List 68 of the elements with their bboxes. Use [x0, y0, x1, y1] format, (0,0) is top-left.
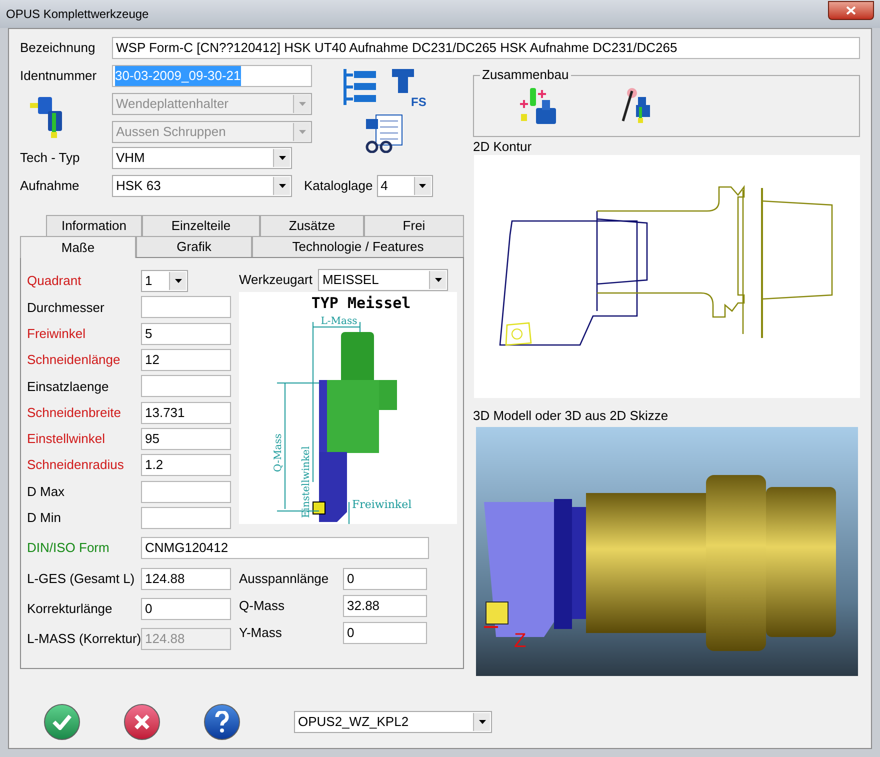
field-label: Korrekturlänge	[27, 600, 114, 618]
field-label: DIN/ISO Form	[27, 539, 110, 558]
field-label: Tech - Typ	[20, 149, 81, 168]
input-field[interactable]	[141, 375, 231, 398]
field-label: Aufnahme	[20, 177, 80, 196]
tab[interactable]: Grafik	[136, 236, 252, 257]
input-field[interactable]: CNMG120412	[141, 536, 429, 559]
field-label: Durchmesser	[27, 298, 106, 317]
input-field[interactable]: 0	[343, 568, 427, 590]
input-field[interactable]	[141, 480, 231, 503]
selected-text: 30-03-2009_09-30-21	[115, 66, 241, 86]
tree-list-icon[interactable]	[342, 67, 378, 107]
question-mark-icon	[215, 711, 229, 733]
dropdown[interactable]: HSK 63	[112, 175, 292, 197]
input-field[interactable]: 124.88	[141, 568, 231, 590]
field-label: Werkzeugart	[239, 271, 312, 290]
help-button[interactable]	[204, 704, 240, 740]
ok-button[interactable]	[44, 704, 80, 740]
field-label: Freiwinkel	[27, 324, 87, 343]
input-field[interactable]: 32.88	[343, 594, 427, 617]
tool-diagram-drawing: TYP Meissel L-Mass Q-Mass Einstellwinkel Freiwinkel	[239, 292, 457, 524]
magic-wand-tool-icon[interactable]	[620, 87, 652, 125]
close-button[interactable]	[828, 0, 874, 20]
field-label: Schneidenlänge	[27, 351, 122, 370]
section-title: 3D Modell oder 3D aus 2D Skizze	[473, 408, 670, 424]
window-title: OPUS Komplettwerkzeuge	[6, 6, 149, 23]
field-label: D Max	[27, 482, 66, 501]
field-label: Identnummer	[20, 67, 98, 86]
tab[interactable]: Information	[46, 215, 142, 236]
cancel-button[interactable]	[124, 704, 160, 740]
model-3d-drawing: Z	[476, 427, 858, 676]
input-field[interactable]: 5	[141, 322, 231, 345]
field-label: Einstellwinkel	[27, 430, 106, 448]
input-field[interactable]: WSP Form-C [CN??120412] HSK UT40 Aufnahme DC231/DC265 HSK Aufnahme DC231/DC265	[112, 37, 860, 59]
close-icon	[846, 6, 856, 14]
close-icon	[134, 714, 150, 730]
input-field[interactable]: 12	[141, 349, 231, 372]
field-label: D Min	[27, 509, 62, 528]
field-label: Quadrant	[27, 272, 82, 290]
dropdown[interactable]: 1	[141, 270, 188, 292]
dropdown[interactable]: VHM	[112, 147, 292, 169]
dropdown[interactable]: OPUS2_WZ_KPL2	[294, 711, 492, 733]
input-field[interactable]	[141, 506, 231, 529]
field-label: Q-Mass	[239, 597, 286, 616]
input-field[interactable]: 95	[141, 428, 231, 450]
field-label: Schneidenradius	[27, 456, 125, 474]
field-label: Bezeichnung	[20, 39, 96, 58]
input-field[interactable]: 13.731	[141, 402, 231, 424]
check-icon	[52, 714, 72, 730]
field-label: Ausspannlänge	[239, 570, 330, 588]
dropdown[interactable]: 4	[376, 175, 433, 197]
tab[interactable]: Maße	[20, 236, 136, 258]
tab[interactable]: Frei	[364, 215, 464, 236]
field-label: Einsatzlaenge	[27, 378, 110, 396]
tab[interactable]: Technologie / Features	[252, 236, 464, 257]
input-field[interactable]: 0	[343, 622, 427, 644]
tab[interactable]: Zusätze	[260, 215, 364, 236]
section-title: 2D Kontur	[473, 139, 533, 155]
field-label: Y-Mass	[239, 624, 283, 642]
field-label: L-GES (Gesamt L)	[27, 570, 136, 588]
tab[interactable]: Einzelteile	[142, 215, 260, 236]
field-label: Schneidenbreite	[27, 404, 122, 422]
input-field[interactable]	[141, 296, 231, 318]
field-label: L-MASS (Korrektur)	[27, 630, 141, 648]
dropdown[interactable]: MEISSEL	[318, 269, 448, 291]
field-label: Kataloglage	[304, 177, 373, 196]
input-field[interactable]: 0	[141, 598, 231, 620]
input-field[interactable]: 1.2	[141, 454, 231, 476]
